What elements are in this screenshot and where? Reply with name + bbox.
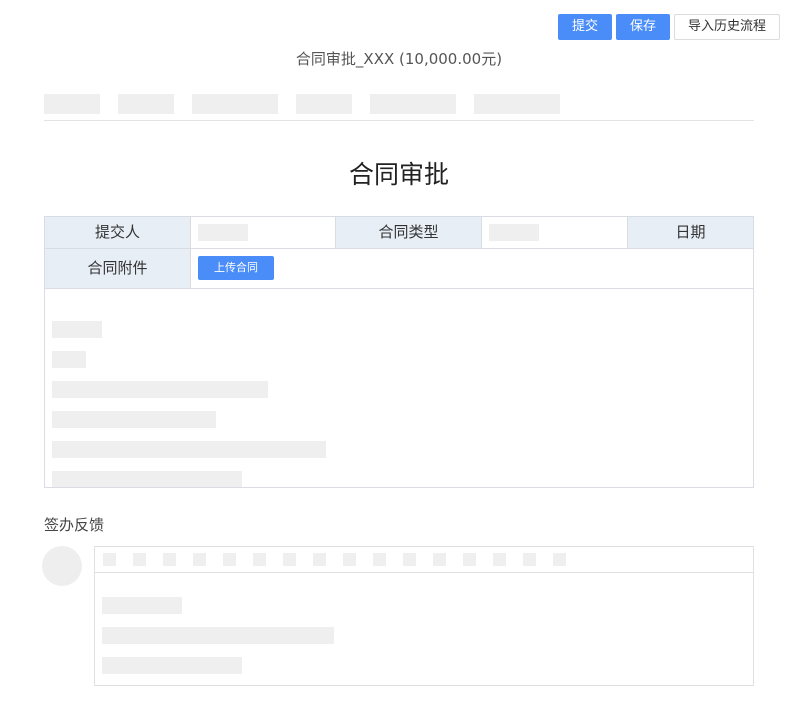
tab-placeholder[interactable] <box>192 94 278 114</box>
tab-placeholder[interactable] <box>296 94 352 114</box>
feedback-placeholder <box>102 627 334 644</box>
toolbar-icon[interactable] <box>433 553 446 566</box>
value-placeholder <box>198 224 248 241</box>
toolbar-icon[interactable] <box>343 553 356 566</box>
content-placeholder <box>52 441 326 458</box>
tab-placeholder[interactable] <box>370 94 456 114</box>
feedback-box <box>94 546 754 686</box>
divider <box>44 120 754 121</box>
toolbar-icon[interactable] <box>103 553 116 566</box>
upload-contract-button[interactable]: 上传合同 <box>198 256 274 280</box>
toolbar-divider <box>95 572 753 573</box>
form-title: 合同审批 <box>348 160 449 189</box>
toolbar-icon[interactable] <box>373 553 386 566</box>
toolbar-icon[interactable] <box>193 553 206 566</box>
toolbar-icon[interactable] <box>313 553 326 566</box>
toolbar-icon[interactable] <box>133 553 146 566</box>
submit-button[interactable]: 提交 <box>558 14 612 40</box>
avatar <box>42 546 82 586</box>
submitter-value[interactable] <box>191 217 335 248</box>
document-title: 合同审批_XXX (10,000.00元) <box>295 50 503 68</box>
toolbar-icon[interactable] <box>163 553 176 566</box>
toolbar-icon[interactable] <box>223 553 236 566</box>
toolbar-icon[interactable] <box>553 553 566 566</box>
content-placeholder <box>52 351 86 368</box>
feedback-placeholder <box>102 657 242 674</box>
content-placeholder <box>52 321 102 338</box>
content-placeholder <box>52 381 268 398</box>
toolbar-icon[interactable] <box>523 553 536 566</box>
feedback-placeholder <box>102 597 182 614</box>
value-placeholder <box>489 224 539 241</box>
tab-placeholder[interactable] <box>474 94 560 114</box>
attachment-label: 合同附件 <box>45 249 190 288</box>
content-placeholder <box>52 411 216 428</box>
toolbar-icon[interactable] <box>283 553 296 566</box>
date-label: 日期 <box>628 217 753 248</box>
toolbar-icon[interactable] <box>253 553 266 566</box>
contract-type-value[interactable] <box>482 217 627 248</box>
save-button[interactable]: 保存 <box>616 14 670 40</box>
tab-placeholder[interactable] <box>118 94 174 114</box>
feedback-section-title: 签办反馈 <box>44 516 105 534</box>
toolbar-icon[interactable] <box>403 553 416 566</box>
content-placeholder <box>52 471 242 487</box>
import-history-button[interactable]: 导入历史流程 <box>674 14 780 40</box>
approval-form-table: 提交人 合同类型 日期 合同附件 上传合同 <box>44 216 754 488</box>
contract-type-label: 合同类型 <box>336 217 481 248</box>
toolbar-icon[interactable] <box>493 553 506 566</box>
toolbar-icon[interactable] <box>463 553 476 566</box>
tab-placeholder[interactable] <box>44 94 100 114</box>
submitter-label: 提交人 <box>45 217 190 248</box>
